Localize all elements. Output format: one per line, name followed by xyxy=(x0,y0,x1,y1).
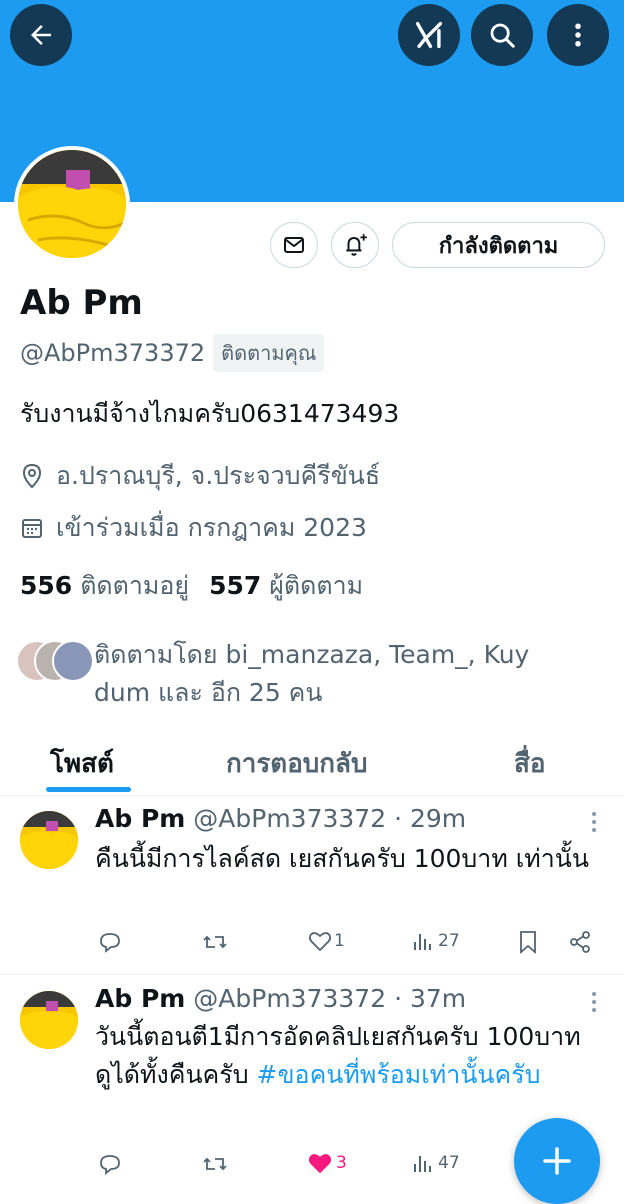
active-tab-indicator xyxy=(46,787,131,792)
followed-by-row[interactable]: ติดตามโดย bi_manzaza, Team_, Kuy dum และ… xyxy=(16,636,554,712)
following-count: 556 xyxy=(20,571,73,600)
search-button[interactable] xyxy=(471,4,533,66)
notify-button[interactable] xyxy=(331,222,379,268)
profile-tabs: โพสต์ การตอบกลับ สื่อ xyxy=(0,735,624,795)
repost-button[interactable] xyxy=(202,930,228,954)
post-avatar[interactable] xyxy=(20,991,78,1049)
arrow-left-icon xyxy=(31,25,51,45)
post-header: Ab Pm @AbPm373372 · 37m xyxy=(95,984,466,1013)
share-button[interactable] xyxy=(568,930,592,954)
following-stat[interactable]: 556 ติดตามอยู่ xyxy=(20,566,189,606)
post-item[interactable]: Ab Pm @AbPm373372 · 29m คืนนี้มีการไลค์ส… xyxy=(0,796,624,974)
profile-bio: รับงานมีจ้างไกมครับ0631473493 xyxy=(20,399,400,428)
post-more-icon[interactable] xyxy=(588,810,600,834)
tab-replies[interactable]: การตอบกลับ xyxy=(226,743,368,784)
followed-by-text: ติดตามโดย bi_manzaza, Team_, Kuy dum และ… xyxy=(94,640,530,707)
bookmark-button[interactable] xyxy=(518,930,538,954)
repost-icon xyxy=(203,1157,227,1171)
following-label: ติดตามอยู่ xyxy=(80,571,190,600)
repost-icon xyxy=(203,935,227,949)
avatar-image xyxy=(20,991,78,1049)
views-count: 47 xyxy=(438,1153,460,1173)
following-button-label: กำลังติดตาม xyxy=(438,233,559,259)
follower-avatars xyxy=(16,640,94,682)
reply-button[interactable] xyxy=(98,1152,122,1176)
profile-avatar[interactable] xyxy=(14,146,130,262)
share-icon xyxy=(570,931,590,953)
tab-media[interactable]: สื่อ xyxy=(514,743,545,784)
location-row: อ.ปราณบุรี, จ.ประจวบคีรีขันธ์ xyxy=(20,456,380,496)
post-author-name[interactable]: Ab Pm xyxy=(95,984,185,1013)
views-icon xyxy=(414,1156,431,1172)
post-actions: 1 27 xyxy=(98,930,598,960)
followers-stat[interactable]: 557 ผู้ติดตาม xyxy=(209,566,363,606)
views-button[interactable]: 47 xyxy=(412,1152,460,1174)
follower-avatar xyxy=(52,640,94,682)
follow-stats: 556 ติดตามอยู่ 557 ผู้ติดตาม xyxy=(20,566,363,606)
views-icon xyxy=(414,934,431,950)
grok-icon xyxy=(415,21,443,49)
avatar-image xyxy=(20,811,78,869)
bell-plus-icon xyxy=(346,234,367,256)
post-author-name[interactable]: Ab Pm xyxy=(95,804,185,833)
post-divider xyxy=(0,974,624,975)
compose-button[interactable] xyxy=(514,1118,600,1204)
like-count: 1 xyxy=(334,931,345,951)
bookmark-icon xyxy=(520,931,536,954)
like-button[interactable]: 1 xyxy=(308,930,345,952)
followers-label: ผู้ติดตาม xyxy=(269,571,364,600)
joined-row: เข้าร่วมเมื่อ กรกฎาคม 2023 xyxy=(20,508,367,548)
followers-count: 557 xyxy=(209,571,262,600)
avatar-image xyxy=(18,150,126,258)
reply-icon xyxy=(100,933,120,953)
handle-row: @AbPm373372 ติดตามคุณ xyxy=(20,334,325,372)
views-button[interactable]: 27 xyxy=(412,930,460,952)
post-meta: @AbPm373372 · 29m xyxy=(193,804,467,833)
profile-handle: @AbPm373372 xyxy=(20,339,206,367)
following-button[interactable]: กำลังติดตาม xyxy=(392,222,605,268)
calendar-icon xyxy=(22,519,42,538)
mail-icon xyxy=(284,237,304,253)
post-more-icon[interactable] xyxy=(588,990,600,1014)
tab-posts[interactable]: โพสต์ xyxy=(50,743,114,784)
follows-you-badge: ติดตามคุณ xyxy=(213,334,325,372)
post-header: Ab Pm @AbPm373372 · 29m xyxy=(95,804,466,833)
post-meta: @AbPm373372 · 37m xyxy=(193,984,467,1013)
post-hashtag[interactable]: #ขอคนที่พร้อมเท่านั้นครับ xyxy=(257,1060,541,1089)
joined-text: เข้าร่วมเมื่อ กรกฎาคม 2023 xyxy=(56,513,367,542)
heart-filled-icon xyxy=(308,1154,332,1174)
post-avatar[interactable] xyxy=(20,811,78,869)
post-text: คืนนี้มีการไลค์สด เยสกันครับ 100บาท เท่า… xyxy=(95,840,595,878)
back-button[interactable] xyxy=(10,4,72,66)
like-button[interactable]: 3 xyxy=(308,1152,347,1174)
location-pin-icon xyxy=(22,463,42,489)
like-count: 3 xyxy=(336,1153,347,1173)
heart-icon xyxy=(308,932,332,952)
more-options-button[interactable] xyxy=(547,4,609,66)
post-body: คืนนี้มีการไลค์สด เยสกันครับ 100บาท เท่า… xyxy=(95,844,589,873)
reply-button[interactable] xyxy=(98,930,122,954)
search-icon xyxy=(490,23,515,48)
more-vertical-icon xyxy=(575,23,581,47)
views-count: 27 xyxy=(438,931,460,951)
location-text: อ.ปราณบุรี, จ.ประจวบคีรีขันธ์ xyxy=(56,461,381,490)
repost-button[interactable] xyxy=(202,1152,228,1176)
message-button[interactable] xyxy=(270,222,318,268)
reply-icon xyxy=(100,1155,120,1175)
plus-icon xyxy=(543,1147,571,1175)
grok-button[interactable] xyxy=(398,4,460,66)
post-text: วันนี้ตอนตี1มีการอัดคลิปเยสกันครับ 100บา… xyxy=(95,1018,595,1094)
profile-name: Ab Pm xyxy=(20,283,143,323)
